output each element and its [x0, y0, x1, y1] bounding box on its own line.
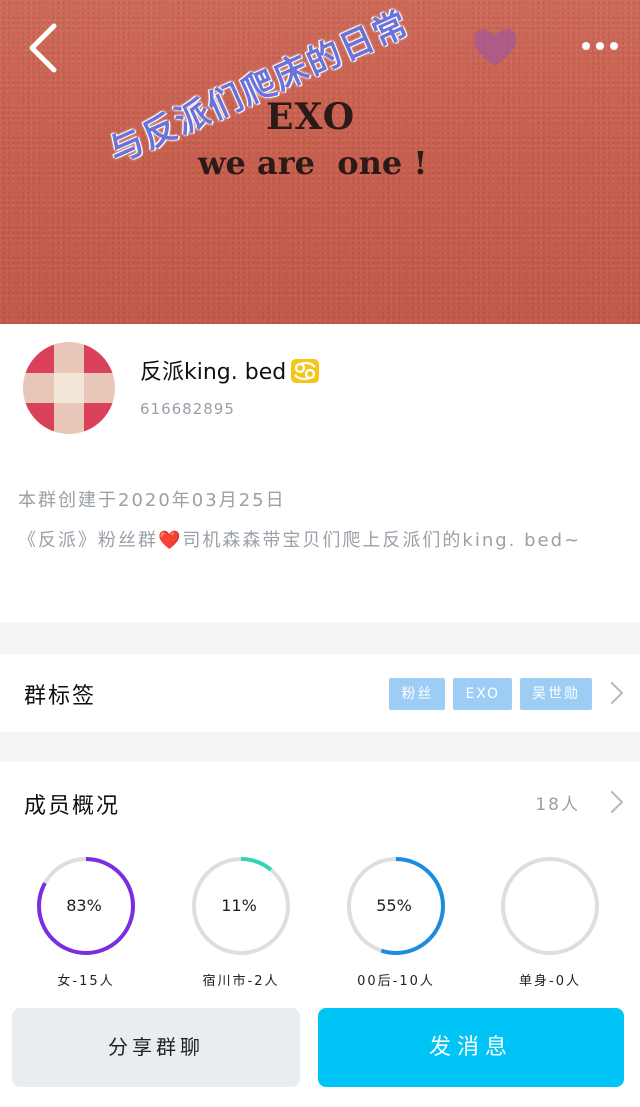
send-message-button[interactable]: 发消息: [318, 1008, 624, 1087]
more-dots-icon[interactable]: [578, 36, 622, 56]
stat-single: 单身-0人: [498, 856, 602, 989]
description-text: 《反派》粉丝群: [18, 530, 158, 551]
stat-gender: 83% 女-15人: [34, 856, 138, 989]
tag-fans: 粉丝: [389, 678, 446, 710]
stat-value: 11%: [221, 896, 257, 915]
heart-emoji-icon: ❤️: [158, 530, 183, 551]
share-group-button[interactable]: 分享群聊: [12, 1008, 300, 1087]
tag-list: 粉丝 EXO 吴世勋: [389, 678, 592, 710]
group-description: 《反派》粉丝群❤️司机森森带宝贝们爬上反派们的king. bed~: [18, 524, 618, 558]
created-date: 本群创建于2020年03月25日: [18, 490, 286, 511]
description-text-2: 司机森森带宝贝们爬上反派们的king. bed~: [182, 530, 582, 551]
stat-value: 55%: [376, 896, 412, 915]
group-name-text: 反派king. bed: [140, 360, 287, 385]
tag-exo: EXO: [453, 678, 512, 710]
stat-label: 00后-10人: [357, 974, 435, 989]
banner-subtitle: we are one !: [198, 144, 428, 182]
group-name: 反派king. bed: [140, 354, 320, 386]
avatar[interactable]: [23, 342, 115, 434]
members-count[interactable]: 18人: [535, 790, 580, 815]
banner-title: EXO: [266, 96, 356, 138]
heart-icon: [473, 29, 517, 66]
cancer-zodiac-icon: [291, 359, 320, 383]
group-profile-card: 反派king. bed 616682895 本群创建于2020年03月25日 《…: [0, 324, 640, 622]
tags-label: 群标签: [24, 684, 97, 709]
progress-ring: [501, 857, 599, 955]
back-arrow-icon[interactable]: [26, 22, 62, 74]
stat-value: 83%: [66, 896, 102, 915]
group-banner: EXO we are one ! 与反派们爬床的日常: [0, 0, 640, 324]
stat-location: 11% 宿川市-2人: [189, 856, 293, 989]
stat-label: 宿川市-2人: [202, 974, 280, 989]
group-tags-row[interactable]: 群标签 粉丝 EXO 吴世勋: [0, 654, 640, 732]
stat-label: 单身-0人: [519, 974, 581, 989]
stat-label: 女-15人: [57, 974, 115, 989]
stat-age: 55% 00后-10人: [344, 856, 448, 989]
chevron-right-icon: [600, 681, 624, 705]
chevron-right-icon[interactable]: [600, 790, 624, 814]
members-label: 成员概况: [24, 794, 121, 819]
group-id: 616682895: [140, 400, 235, 418]
tag-sehun: 吴世勋: [520, 678, 592, 710]
